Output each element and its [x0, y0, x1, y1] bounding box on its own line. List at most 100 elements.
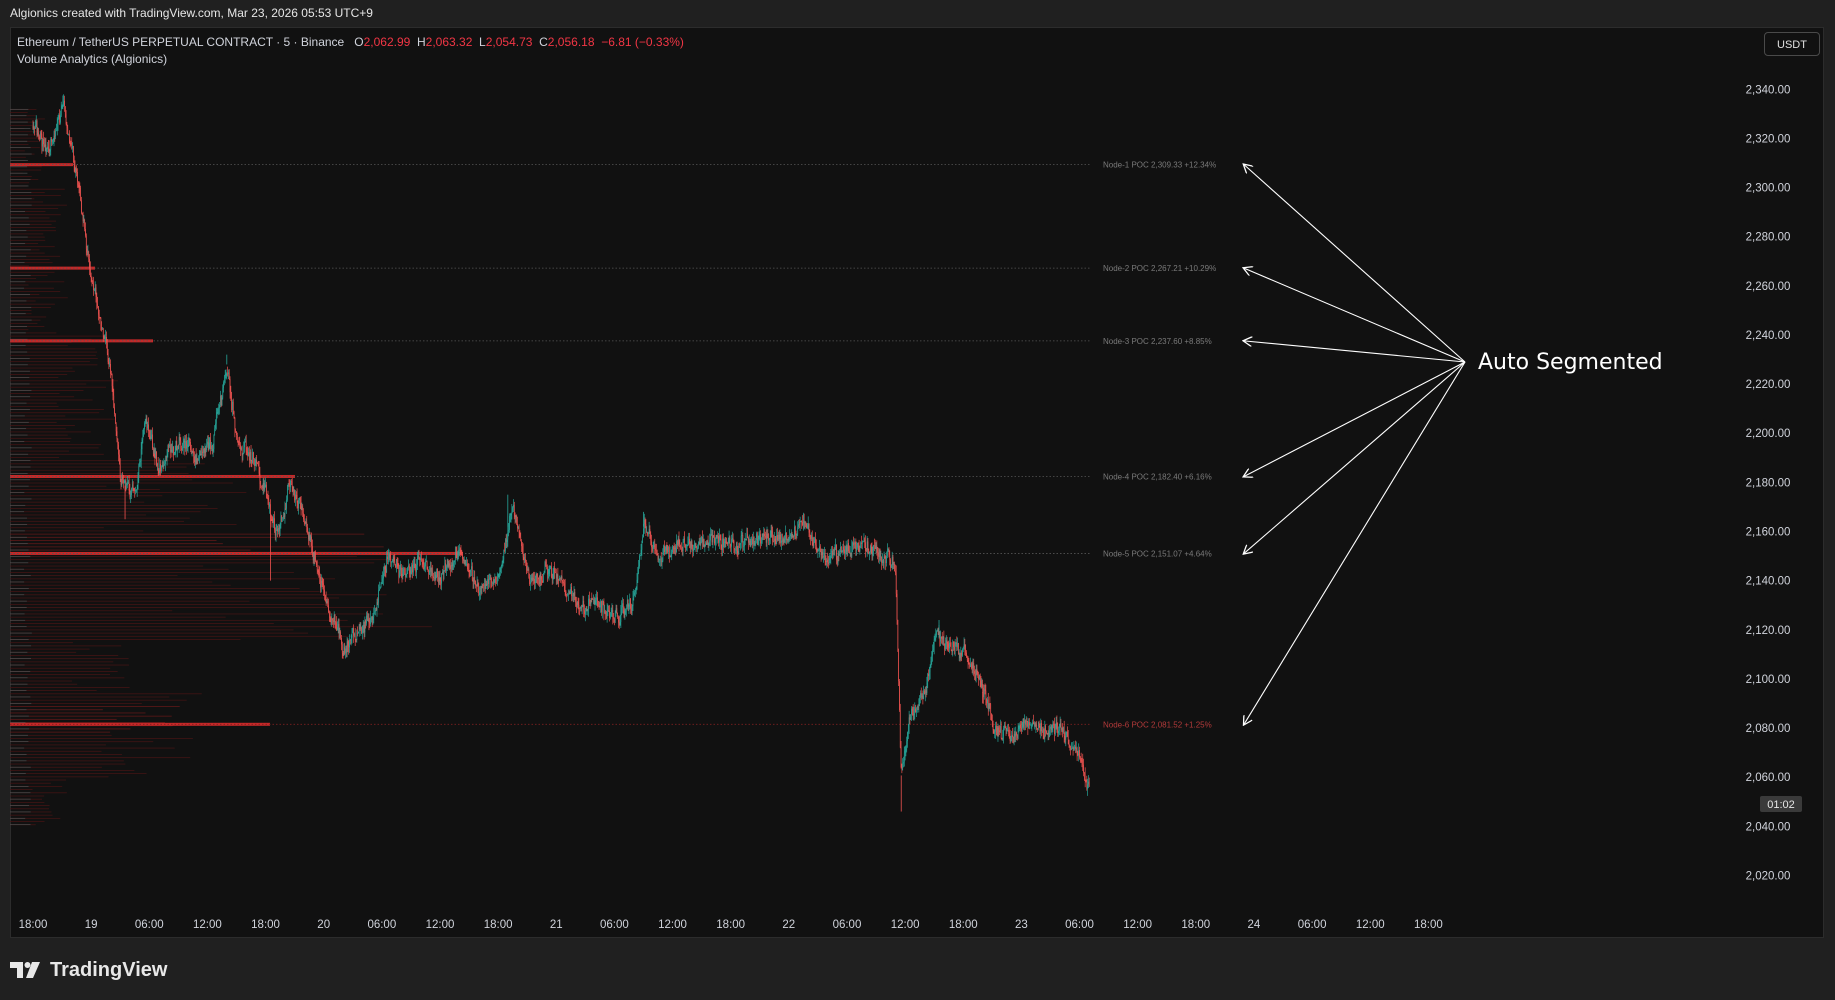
candle-body — [1026, 720, 1028, 723]
candle-body — [445, 563, 446, 571]
candle-body — [769, 536, 771, 539]
candle-body — [236, 434, 238, 441]
candle-body — [761, 533, 763, 543]
candle-body — [710, 534, 712, 535]
candle-body — [899, 710, 901, 748]
candle-body — [171, 450, 173, 452]
candle-body — [451, 565, 453, 567]
candle-body — [389, 555, 391, 558]
candle-body — [99, 317, 101, 318]
candle-body — [337, 624, 339, 628]
candle-body — [946, 640, 948, 644]
candle-body — [942, 636, 944, 640]
candle-body — [251, 461, 253, 463]
candle-body — [160, 463, 161, 472]
candle-body — [510, 513, 512, 516]
candle-body — [329, 617, 331, 619]
candle-body — [316, 561, 317, 566]
candle-body — [932, 650, 933, 656]
candle-body — [462, 554, 463, 560]
volume-profile-bar — [10, 492, 247, 493]
volume-profile-bar — [10, 137, 41, 139]
candle-body — [1082, 760, 1084, 765]
candle-body — [375, 610, 376, 612]
candle-body — [808, 523, 810, 533]
candle-body — [499, 572, 501, 574]
symbol-description[interactable]: Ethereum / TetherUS PERPETUAL CONTRACT ·… — [17, 35, 344, 49]
candle-body — [936, 631, 937, 635]
indicator-title[interactable]: Volume Analytics (Algionics) — [17, 51, 684, 68]
candle-body — [543, 571, 545, 574]
volume-profile-edge — [10, 798, 31, 800]
candle-body — [347, 641, 349, 646]
candle-body — [770, 530, 772, 537]
candle-body — [275, 530, 277, 536]
candle-body — [803, 519, 805, 523]
candle-body — [1033, 721, 1034, 724]
auto-segmented-annotation[interactable]: Auto Segmented — [1478, 350, 1663, 375]
candle-body — [441, 573, 442, 584]
volume-profile-edge — [10, 364, 28, 366]
candle-body — [123, 479, 124, 483]
volume-profile-bar — [10, 479, 193, 481]
time-axis[interactable]: 18:00 19 06:00 12:00 18:00 20 06:00 12:00 18:00 2… — [19, 919, 1443, 931]
volume-profile-edge — [10, 402, 27, 404]
price-axis[interactable]: 2,340.002,320.002,300.002,280.002,260.00… — [1746, 84, 1791, 882]
candle-body — [780, 534, 782, 543]
candle-body — [382, 578, 383, 581]
candle-body — [744, 539, 745, 547]
candle-body — [1075, 747, 1077, 749]
volume-profile-bar — [10, 517, 190, 519]
price-tick-label: 2,280.00 — [1746, 232, 1791, 244]
candle-body — [825, 561, 827, 563]
candle-body — [45, 144, 47, 153]
volume-profile-edge — [10, 575, 31, 576]
candle-body — [70, 143, 72, 144]
candle-body — [663, 545, 665, 551]
candle-body — [551, 577, 553, 579]
price-chart[interactable]: Node-1 POC 2,309.33 +12.34%Node-2 POC 2,… — [0, 0, 1835, 1000]
candle-body — [42, 139, 44, 147]
candle-body — [163, 464, 165, 467]
volume-profile-edge — [10, 696, 31, 698]
candle-body — [911, 708, 912, 715]
candle-body — [322, 583, 324, 586]
candle-body — [609, 610, 610, 619]
candle-body — [672, 546, 674, 548]
candle-body — [318, 571, 320, 573]
candle-body — [835, 545, 837, 548]
volume-profile-edge — [10, 421, 29, 423]
candle-body — [692, 546, 694, 552]
volume-profile-bar — [10, 664, 129, 666]
candle-body — [1045, 725, 1046, 731]
candle-body — [486, 584, 488, 586]
candle-body — [249, 451, 251, 461]
candle-body — [374, 611, 375, 613]
candle-body — [981, 683, 983, 687]
candle-body — [803, 519, 804, 525]
volume-profile-bar — [10, 329, 29, 331]
currency-button[interactable]: USDT — [1764, 32, 1820, 56]
volume-profile-bar — [10, 613, 383, 615]
candle-body — [777, 535, 779, 541]
candle-body — [434, 577, 436, 579]
price-tick-label: 2,160.00 — [1746, 527, 1791, 539]
candle-body — [370, 617, 372, 618]
candle-body — [89, 259, 90, 269]
candle-body — [355, 639, 357, 640]
candle-body — [660, 558, 662, 562]
candle-body — [1068, 739, 1070, 745]
candle-body — [358, 624, 360, 632]
candle-body — [987, 699, 988, 704]
candle-body — [332, 619, 333, 621]
candle-body — [878, 549, 880, 557]
candle-body — [767, 533, 769, 536]
candle-body — [454, 560, 455, 563]
candle-body — [595, 599, 597, 601]
volume-profile-edge — [10, 568, 25, 570]
volume-profile-edge — [10, 786, 29, 787]
candle-body — [941, 638, 943, 640]
candle-body — [743, 546, 744, 547]
volume-profile-bar — [10, 687, 130, 688]
candle-body — [1000, 726, 1001, 732]
